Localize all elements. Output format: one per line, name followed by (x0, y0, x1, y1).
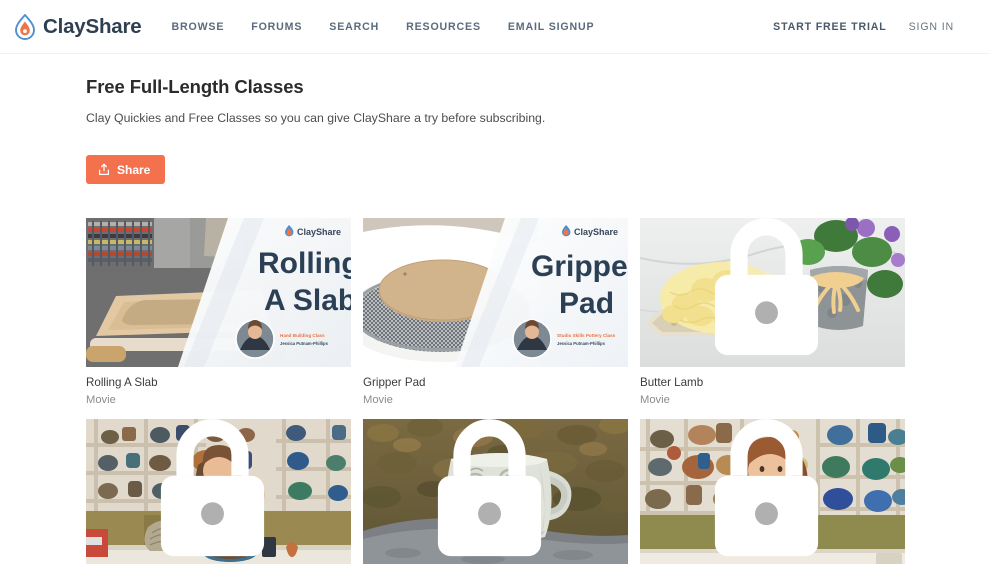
clay-drop-icon (14, 13, 36, 40)
header-actions: START FREE TRIAL SIGN IN (773, 21, 954, 33)
card-butter-lamb[interactable]: Butter Lamb Movie (640, 218, 905, 407)
card-rolling-a-slab[interactable]: ClayShare Rolling A Slab Hand Building C… (86, 218, 351, 407)
nav-item-forums[interactable]: FORUMS (251, 21, 302, 33)
page-content: Free Full-Length Classes Clay Quickies a… (0, 76, 990, 564)
share-upload-icon (98, 163, 110, 176)
svg-text:Rolling: Rolling (258, 247, 351, 280)
nav-item-search[interactable]: SEARCH (329, 21, 379, 33)
svg-text:ClayShare: ClayShare (297, 227, 341, 237)
main-navigation: BROWSE FORUMS SEARCH RESOURCES EMAIL SIG… (171, 21, 594, 33)
lock-icon (437, 419, 542, 557)
card-type: Movie (640, 394, 670, 407)
card-thumbnail[interactable]: ClayShare Rolling A Slab Hand Building C… (86, 218, 351, 367)
thumbnail-art-rolling-a-slab: ClayShare Rolling A Slab Hand Building C… (86, 218, 351, 367)
nav-item-resources[interactable]: RESOURCES (406, 21, 481, 33)
page-title: Free Full-Length Classes (86, 76, 304, 97)
card-studio-hands[interactable] (86, 419, 351, 564)
start-free-trial-button[interactable]: START FREE TRIAL (773, 21, 886, 33)
svg-text:A Slab: A Slab (264, 284, 351, 317)
nav-item-email-signup[interactable]: EMAIL SIGNUP (508, 21, 595, 33)
class-card-grid: ClayShare Rolling A Slab Hand Building C… (86, 218, 954, 564)
card-thumbnail[interactable] (363, 419, 628, 564)
svg-text:Pad: Pad (559, 287, 614, 320)
page-subtitle: Clay Quickies and Free Classes so you ca… (86, 111, 546, 125)
sign-in-link[interactable]: SIGN IN (909, 21, 954, 33)
svg-text:Jessica Putnam-Phillips: Jessica Putnam-Phillips (280, 341, 329, 346)
card-title: Butter Lamb (640, 376, 704, 389)
svg-text:Hand Building Class: Hand Building Class (280, 333, 325, 338)
card-carved-mug[interactable] (363, 419, 628, 564)
lock-icon (714, 218, 819, 356)
lock-icon (714, 419, 819, 557)
svg-text:ClayShare: ClayShare (574, 227, 618, 237)
card-title: Gripper Pad (363, 376, 426, 389)
card-thumbnail[interactable] (640, 218, 905, 367)
card-thumbnail[interactable] (86, 419, 351, 564)
brand-logo[interactable]: ClayShare (14, 13, 142, 40)
share-button[interactable]: Share (86, 155, 166, 184)
card-thumbnail[interactable] (640, 419, 905, 564)
thumbnail-art-gripper-pad: ClayShare Gripper Pad Studio Skills Pott… (363, 218, 628, 367)
svg-text:Jessica Putnam-Phillips: Jessica Putnam-Phillips (557, 341, 606, 346)
brand-name: ClayShare (43, 14, 142, 38)
lock-icon (160, 419, 265, 557)
card-type: Movie (363, 394, 393, 407)
site-header: ClayShare BROWSE FORUMS SEARCH RESOURCES… (0, 0, 990, 54)
svg-text:Studio Skills Pottery Class: Studio Skills Pottery Class (557, 333, 616, 338)
card-type: Movie (86, 394, 116, 407)
nav-item-browse[interactable]: BROWSE (171, 21, 224, 33)
card-studio-tools[interactable] (640, 419, 905, 564)
card-thumbnail[interactable]: ClayShare Gripper Pad Studio Skills Pott… (363, 218, 628, 367)
share-button-label: Share (117, 162, 151, 177)
card-title: Rolling A Slab (86, 376, 158, 389)
svg-text:Gripper: Gripper (531, 250, 628, 283)
card-gripper-pad[interactable]: ClayShare Gripper Pad Studio Skills Pott… (363, 218, 628, 407)
